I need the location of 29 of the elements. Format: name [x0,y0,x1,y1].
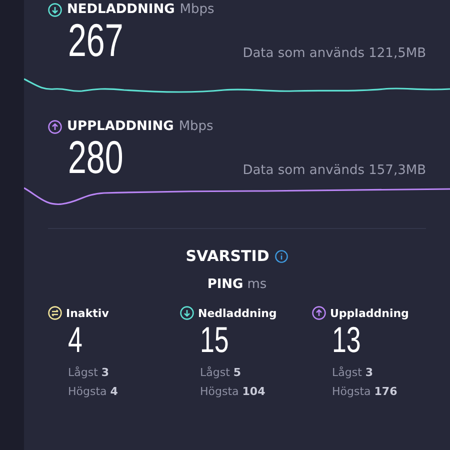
speed-value: 267 [68,17,124,63]
info-icon[interactable] [275,250,288,262]
up-arrow-circle-icon [312,306,326,320]
ping-column-label: Uppladdning [330,306,409,320]
unit-label: Mbps [180,2,214,17]
ping-value: 15 [200,320,229,360]
down-arrow-circle-icon [180,306,194,320]
ping-column-label: Nedladdning [198,306,277,320]
section-title: SVARSTID [186,247,270,265]
ping-column-label: Inaktiv [66,306,109,320]
speed-value: 280 [68,134,124,180]
ping-value: 13 [332,320,361,360]
speed-label: NEDLADDNING [67,2,175,17]
swap-arrows-circle-icon [48,306,62,320]
unit-label: ms [247,277,267,292]
data-used-text: Data som används 121,5MB [242,46,426,61]
speed-label: UPPLADDNING [67,119,174,134]
highest-ping-text: Högsta 4 [67,385,119,398]
up-arrow-circle-icon [48,120,62,134]
ping-value: 4 [68,320,82,360]
lowest-ping-text: Lågst 3 [67,366,110,379]
highest-ping-text: Högsta 176 [331,385,398,398]
lowest-ping-text: Lågst 5 [199,366,242,379]
data-used-text: Data som används 157,3MB [242,163,426,178]
unit-label: Mbps [178,119,214,134]
ping-label: PING [207,277,244,292]
highest-ping-text: Högsta 104 [199,385,266,398]
lowest-ping-text: Lågst 3 [331,366,374,379]
down-arrow-circle-icon [48,2,62,16]
